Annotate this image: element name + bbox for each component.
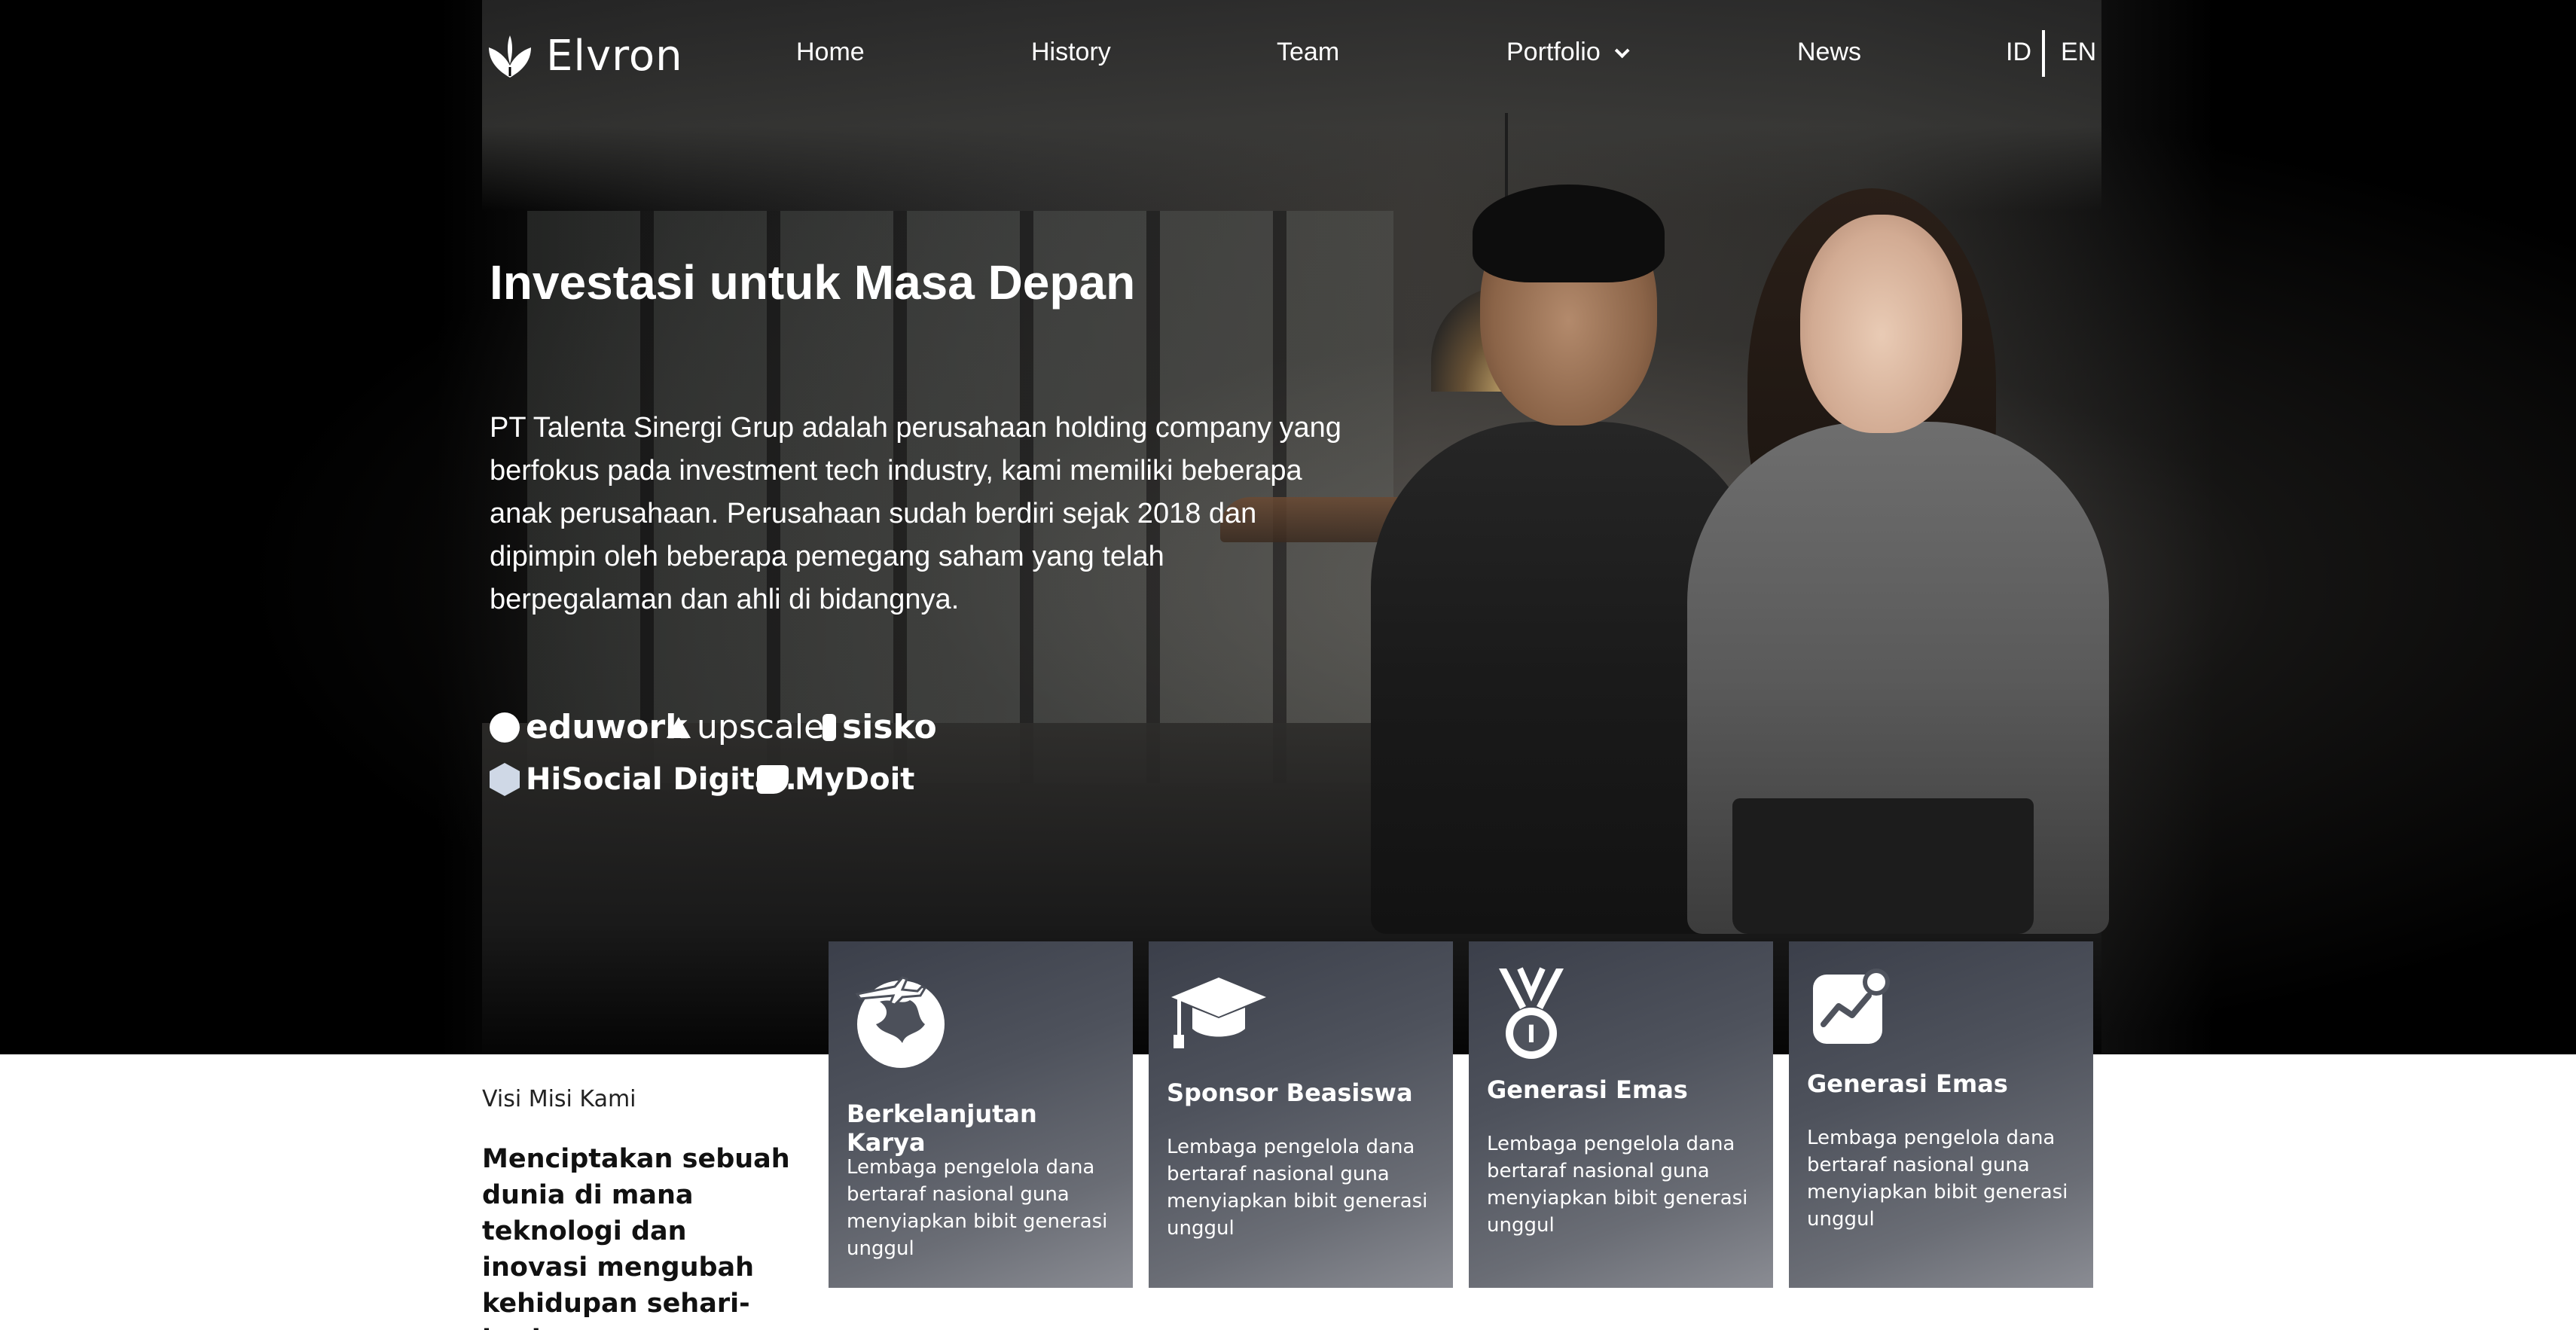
man-hair (1473, 185, 1665, 282)
partner-upscale-name: upscale (697, 708, 825, 746)
brand-logo[interactable]: Elvron (484, 32, 683, 81)
sisko-logo-icon (823, 713, 836, 741)
nav-news[interactable]: News (1797, 38, 1861, 67)
lang-id[interactable]: ID (2006, 38, 2031, 67)
medal-icon: I (1499, 967, 1564, 1059)
card-text: Lembaga pengelola dana bertaraf nasional… (1167, 1136, 1428, 1240)
nav-portfolio[interactable]: Portfolio (1506, 38, 1630, 67)
chevron-down-icon (1614, 43, 1630, 59)
nav-history[interactable]: History (1031, 38, 1111, 67)
feature-card-3[interactable]: I Generasi Emas Lembaga pengelola dana b… (1469, 941, 1773, 1288)
growth-chart-icon (1813, 969, 1890, 1044)
brand-name: Elvron (546, 32, 683, 81)
visi-misi-label: Visi Misi Kami (482, 1086, 636, 1112)
nav-team[interactable]: Team (1277, 38, 1339, 67)
mydoit-logo-icon (757, 765, 789, 794)
hero-title: Investasi untuk Masa Depan (490, 255, 1136, 310)
partner-eduwork-name: eduwork (526, 708, 688, 746)
navbar: Elvron Home History Team Portfolio News … (0, 0, 2576, 109)
visi-misi-statement: Menciptakan sebuah dunia di mana teknolo… (482, 1144, 790, 1330)
hisocial-logo-icon (490, 763, 520, 796)
woman-face (1800, 215, 1962, 433)
card-text: Lembaga pengelola dana bertaraf nasional… (847, 1156, 1108, 1260)
card-title: Generasi Emas (1487, 1075, 1688, 1104)
partner-hisocial-name: HiSocial Digital. (526, 762, 797, 797)
nav-home[interactable]: Home (796, 38, 865, 67)
card-text: Lembaga pengelola dana bertaraf nasional… (1807, 1127, 2068, 1231)
feature-card-1[interactable]: Berkelanjutan Karya Lembaga pengelola da… (829, 941, 1133, 1288)
globe-plane-icon (855, 976, 945, 1068)
eduwork-logo-icon (490, 712, 520, 743)
partner-sisko-name: sisko (842, 708, 937, 746)
woman-skirt (1732, 798, 2034, 934)
svg-text:I: I (1527, 1020, 1536, 1048)
lang-en[interactable]: EN (2061, 38, 2096, 67)
lang-divider (2042, 30, 2045, 77)
card-text: Lembaga pengelola dana bertaraf nasional… (1487, 1133, 1748, 1237)
card-title: Berkelanjutan Karya (847, 1100, 1037, 1157)
partner-upscale: upscale (667, 708, 824, 746)
feature-card-2[interactable]: Sponsor Beasiswa Lembaga pengelola dana … (1149, 941, 1453, 1288)
partner-hisocial: HiSocial Digital. (490, 762, 797, 797)
graduation-cap-icon (1171, 978, 1266, 1048)
partner-mydoit: MyDoit (757, 762, 914, 797)
partner-sisko: sisko (823, 708, 937, 746)
feature-card-4[interactable]: Generasi Emas Lembaga pengelola dana ber… (1789, 941, 2093, 1288)
card-title: Generasi Emas (1807, 1069, 2008, 1098)
partner-mydoit-name: MyDoit (795, 762, 915, 797)
card-title: Sponsor Beasiswa (1167, 1078, 1413, 1107)
nav-portfolio-label: Portfolio (1506, 38, 1601, 66)
leaf-logo-icon (489, 35, 531, 78)
upscale-logo-icon (667, 716, 691, 738)
partner-eduwork: eduwork (490, 708, 688, 746)
hero-description: PT Talenta Sinergi Grup adalah perusahaa… (490, 412, 1341, 615)
